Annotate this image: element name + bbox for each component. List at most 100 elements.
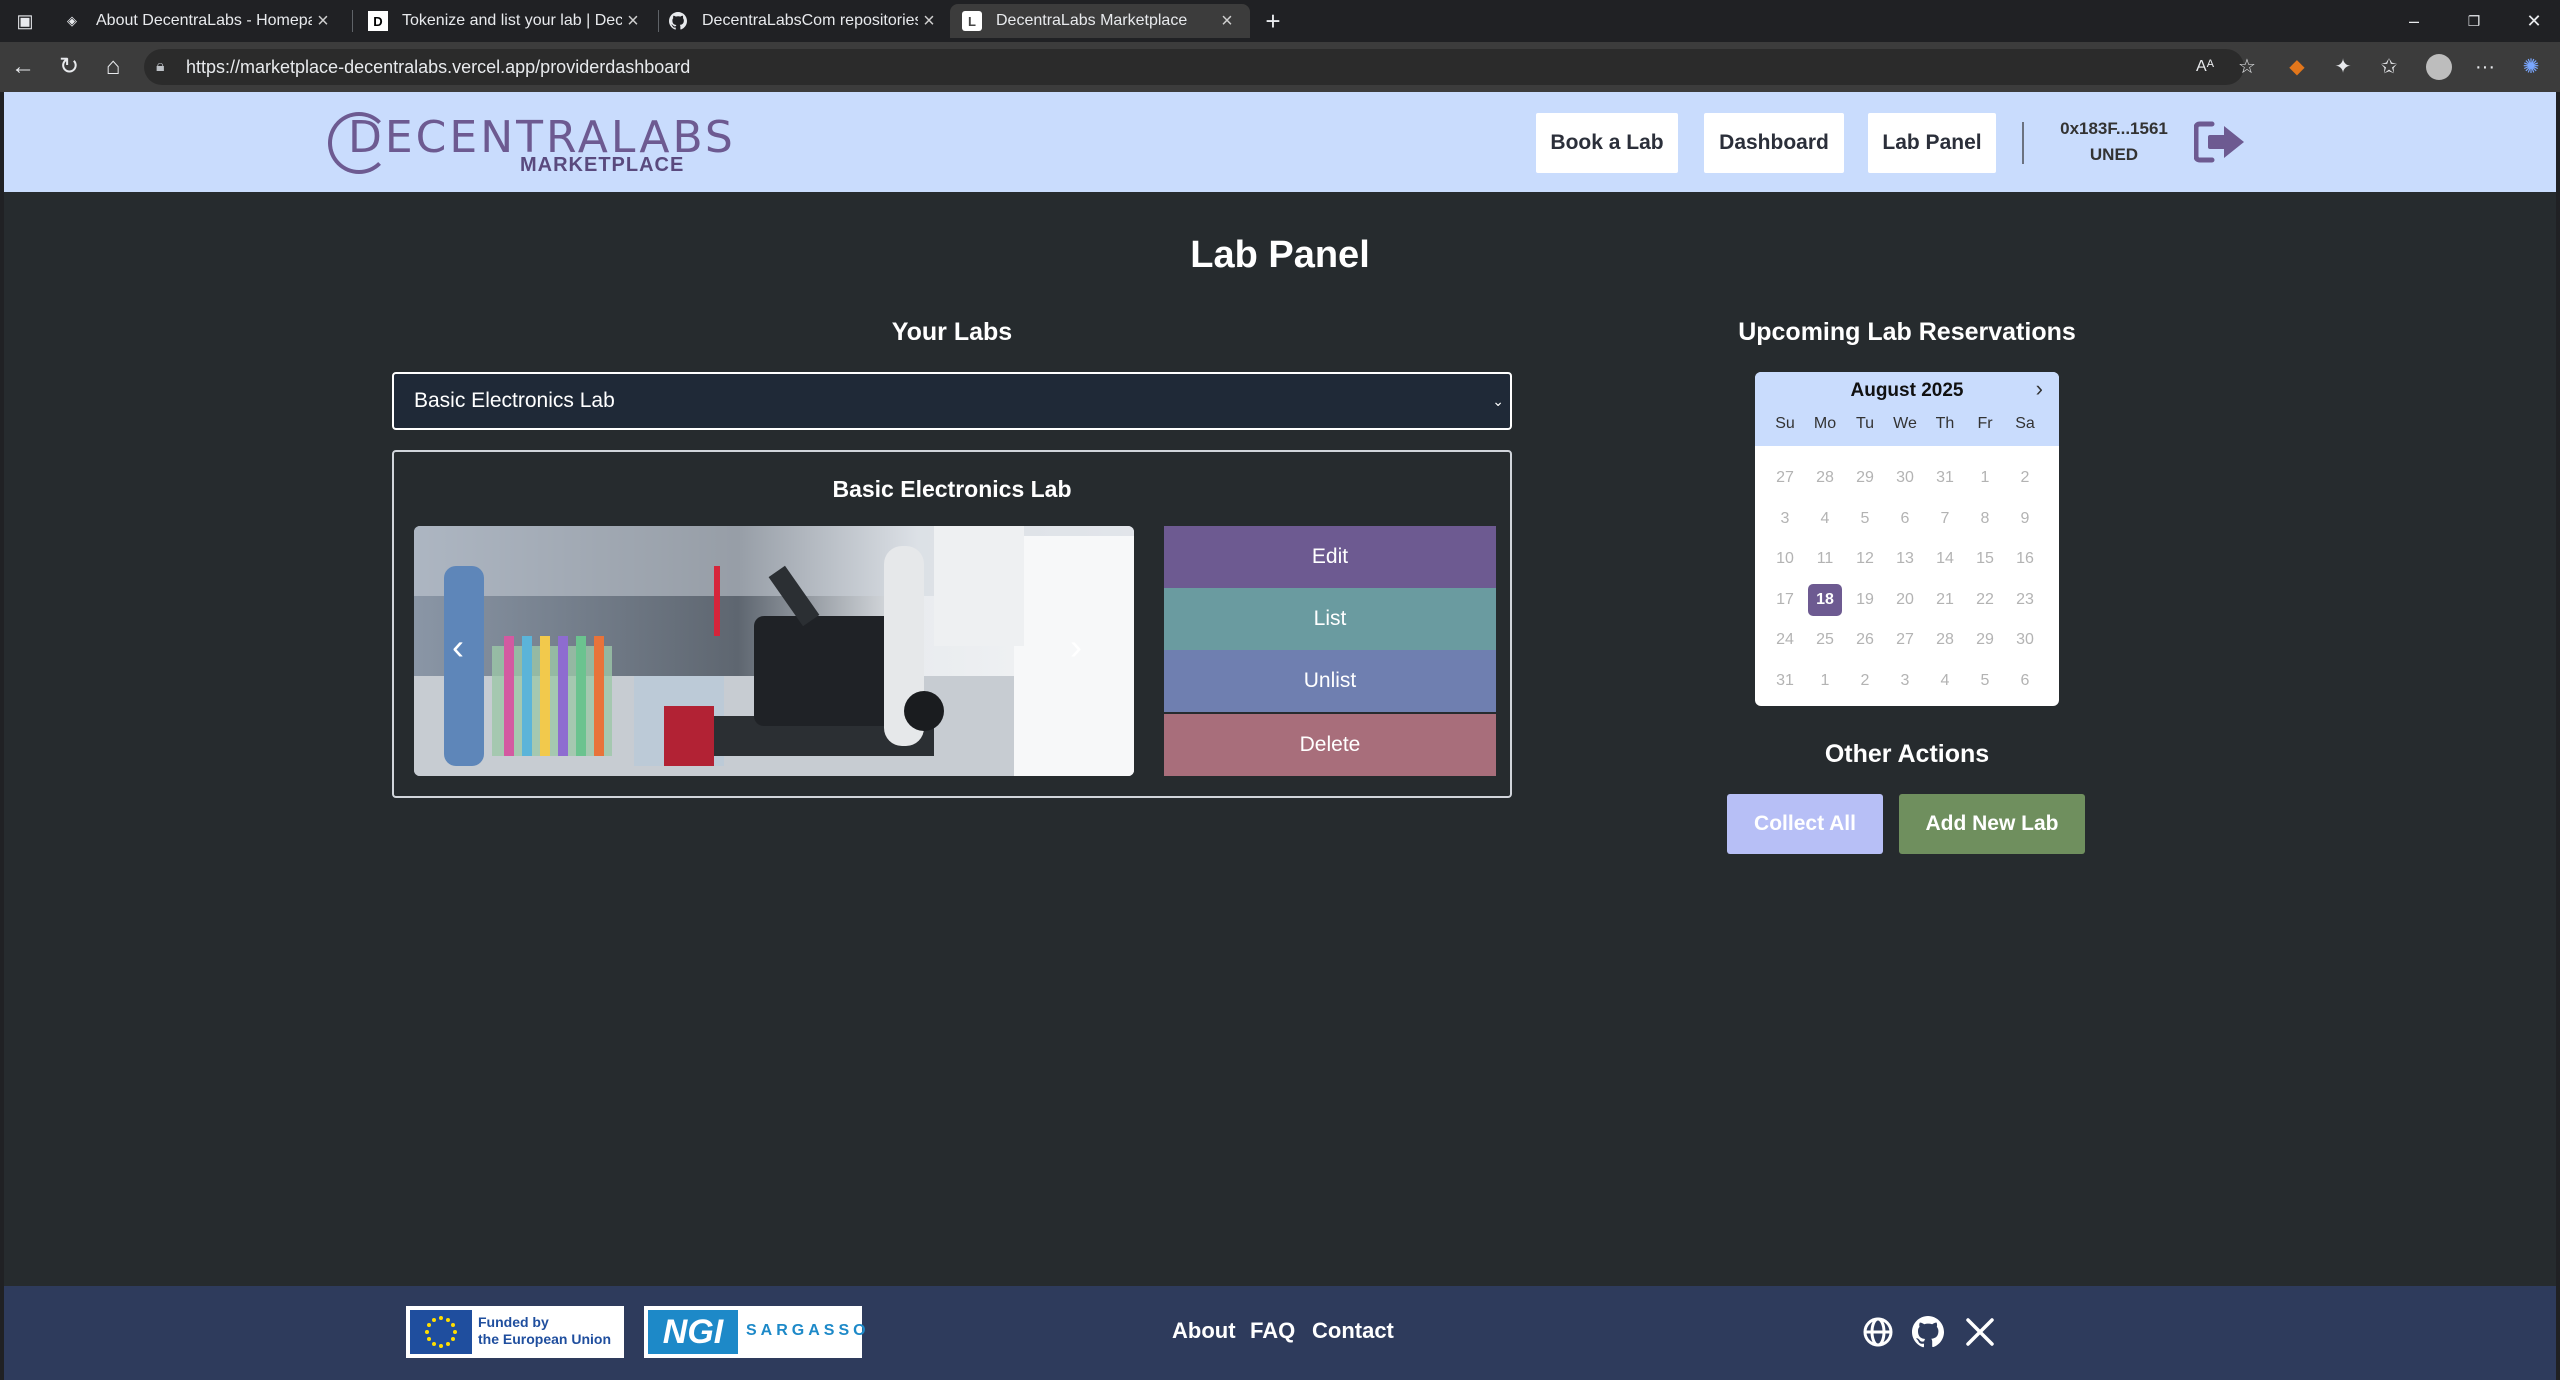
about-link[interactable]: About — [1172, 1318, 1236, 1344]
chevron-right-icon[interactable]: › — [1070, 626, 1082, 668]
contact-link[interactable]: Contact — [1312, 1318, 1394, 1344]
tab-tokenize[interactable]: D Tokenize and list your lab | Decentra … — [356, 4, 656, 38]
minimize-icon[interactable]: – — [2390, 6, 2438, 36]
logout-icon[interactable] — [2193, 120, 2246, 164]
calendar-day[interactable]: 24 — [1768, 624, 1802, 656]
calendar-day[interactable]: 16 — [2008, 543, 2042, 575]
calendar-day[interactable]: 5 — [1848, 503, 1882, 535]
favorites-icon[interactable]: ✩ — [2372, 50, 2406, 84]
lab-card-title: Basic Electronics Lab — [832, 476, 1072, 502]
calendar-day[interactable]: 23 — [2008, 584, 2042, 616]
calendar-day[interactable]: 4 — [1928, 665, 1962, 697]
calendar-day[interactable]: 19 — [1848, 584, 1882, 616]
new-tab-icon[interactable]: + — [1256, 4, 1290, 38]
calendar-day[interactable]: 17 — [1768, 584, 1802, 616]
favorite-star-icon[interactable]: ☆ — [2230, 50, 2264, 84]
calendar-day[interactable]: 30 — [1888, 462, 1922, 494]
calendar-day[interactable]: 2 — [2008, 462, 2042, 494]
back-icon[interactable]: ← — [6, 50, 40, 84]
book-a-lab-button[interactable]: Book a Lab — [1536, 113, 1678, 173]
calendar-day[interactable]: 21 — [1928, 584, 1962, 616]
wallet-address: 0x183F...1561 — [2060, 119, 2168, 138]
calendar-day[interactable]: 15 — [1968, 543, 2002, 575]
github-icon[interactable] — [1910, 1314, 1946, 1350]
lab-panel-button[interactable]: Lab Panel — [1868, 113, 1996, 173]
faq-link[interactable]: FAQ — [1250, 1318, 1295, 1344]
calendar-day[interactable]: 13 — [1888, 543, 1922, 575]
calendar-day[interactable]: 10 — [1768, 543, 1802, 575]
your-labs-heading: Your Labs — [891, 318, 1013, 346]
lab-select-value: Basic Electronics Lab — [414, 389, 615, 412]
calendar-day[interactable]: 28 — [1808, 462, 1842, 494]
calendar-day[interactable]: 12 — [1848, 543, 1882, 575]
calendar-day[interactable]: 31 — [1768, 665, 1802, 697]
calendar-day[interactable]: 20 — [1888, 584, 1922, 616]
close-icon[interactable]: × — [918, 10, 940, 33]
tab-decentralabs-marketplace[interactable]: L DecentraLabs Marketplace × — [950, 4, 1250, 38]
tab-title: DecentraLabs Marketplace — [996, 12, 1188, 29]
calendar-day[interactable]: 5 — [1968, 665, 2002, 697]
tab-title: DecentraLabsCom repositories — [702, 12, 918, 29]
calendar-day[interactable]: 3 — [1888, 665, 1922, 697]
delete-button[interactable]: Delete — [1164, 714, 1496, 776]
calendar-day[interactable]: 31 — [1928, 462, 1962, 494]
home-icon[interactable]: ⌂ — [96, 50, 130, 84]
list-button[interactable]: List — [1164, 588, 1496, 650]
decentralabs-logo[interactable]: DECENTRALABS MARKETPLACE — [324, 110, 733, 176]
profile-avatar-icon[interactable] — [2422, 50, 2456, 84]
calendar-day[interactable]: 3 — [1768, 503, 1802, 535]
x-twitter-icon[interactable] — [1962, 1314, 1998, 1350]
site-header: DECENTRALABS MARKETPLACE Book a Lab Dash… — [4, 92, 2556, 192]
copilot-icon[interactable]: ✺ — [2514, 50, 2548, 84]
calendar-day[interactable]: 1 — [1808, 665, 1842, 697]
close-icon[interactable]: × — [312, 10, 334, 33]
calendar-day[interactable]: 6 — [1888, 503, 1922, 535]
calendar-weekday: Fr — [1977, 415, 1993, 432]
reload-icon[interactable]: ↻ — [52, 50, 86, 84]
read-aloud-icon[interactable]: Aᴬ — [2188, 50, 2222, 84]
browser-titlebar: ▣ ◈ About DecentraLabs - Homepage × D To… — [0, 0, 2560, 42]
restore-icon[interactable]: ❐ — [2450, 6, 2498, 36]
calendar-day[interactable]: 29 — [1968, 624, 2002, 656]
calendar-day[interactable]: 11 — [1808, 543, 1842, 575]
url-field[interactable]: 🔒︎ https://marketplace-decentralabs.verc… — [144, 49, 2244, 85]
chevron-left-icon[interactable]: ‹ — [452, 626, 464, 668]
calendar-day[interactable]: 26 — [1848, 624, 1882, 656]
calendar-day[interactable]: 27 — [1888, 624, 1922, 656]
edit-button[interactable]: Edit — [1164, 526, 1496, 588]
page-title: Lab Panel — [1190, 234, 1370, 276]
calendar-day[interactable]: 27 — [1768, 462, 1802, 494]
close-window-icon[interactable]: ✕ — [2510, 6, 2558, 36]
calendar-day-selected[interactable]: 18 — [1808, 583, 1842, 616]
lab-select[interactable]: Basic Electronics Lab ⌄ — [392, 372, 1512, 430]
close-icon[interactable]: × — [1216, 10, 1238, 33]
more-options-icon[interactable]: ··· — [2468, 50, 2502, 84]
calendar-day[interactable]: 8 — [1968, 503, 2002, 535]
dashboard-button[interactable]: Dashboard — [1704, 113, 1844, 173]
lab-image-carousel[interactable]: ‹ › — [414, 526, 1134, 776]
add-new-lab-button[interactable]: Add New Lab — [1899, 794, 2085, 854]
close-icon[interactable]: × — [622, 10, 644, 33]
metamask-icon[interactable]: ◆ — [2280, 50, 2314, 84]
unlist-button[interactable]: Unlist — [1164, 650, 1496, 712]
calendar-day[interactable]: 7 — [1928, 503, 1962, 535]
collect-all-button[interactable]: Collect All — [1727, 794, 1883, 854]
calendar-day[interactable]: 4 — [1808, 503, 1842, 535]
globe-icon[interactable] — [1860, 1314, 1896, 1350]
calendar-day[interactable]: 29 — [1848, 462, 1882, 494]
extensions-icon[interactable]: ✦ — [2326, 50, 2360, 84]
calendar-day[interactable]: 1 — [1968, 462, 2002, 494]
calendar-day[interactable]: 30 — [2008, 624, 2042, 656]
next-month-icon[interactable]: › — [2036, 376, 2043, 402]
calendar-day[interactable]: 22 — [1968, 584, 2002, 616]
calendar-day[interactable]: 9 — [2008, 503, 2042, 535]
calendar-day[interactable]: 28 — [1928, 624, 1962, 656]
tab-github-repos[interactable]: DecentraLabsCom repositories × — [656, 4, 952, 38]
tab-about-decentralabs[interactable]: ◈ About DecentraLabs - Homepage × — [50, 4, 346, 38]
calendar-day[interactable]: 25 — [1808, 624, 1842, 656]
tab-actions-icon[interactable]: ▣ — [8, 4, 42, 38]
calendar-day[interactable]: 14 — [1928, 543, 1962, 575]
github-icon — [668, 11, 688, 31]
calendar-day[interactable]: 6 — [2008, 665, 2042, 697]
calendar-day[interactable]: 2 — [1848, 665, 1882, 697]
